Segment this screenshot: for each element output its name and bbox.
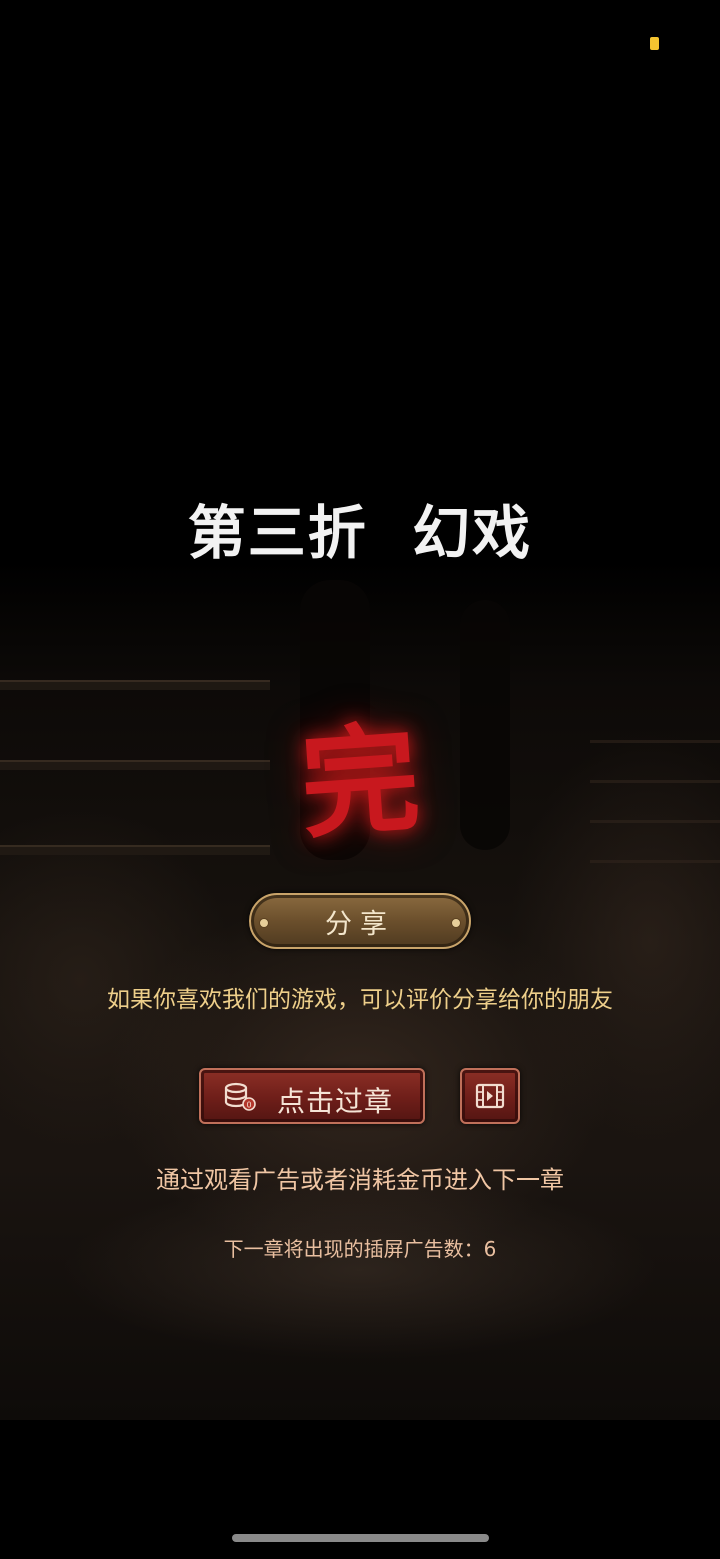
svg-text:0: 0 [246, 1101, 251, 1110]
skip-hint: 通过观看广告或者消耗金币进入下一章 [156, 1166, 564, 1194]
ad-count-text: 下一章将出现的插屏广告数：6 [223, 1237, 497, 1261]
share-button[interactable]: 分享 [249, 893, 471, 949]
video-film-icon [475, 1083, 505, 1109]
chapter-title: 第三折 幻戏 [187, 499, 533, 567]
skip-chapter-label: 点击过章 [277, 1085, 394, 1118]
scene-plank [590, 820, 720, 823]
scene-floor [60, 1180, 660, 1360]
share-hint: 如果你喜欢我们的游戏，可以评价分享给你的朋友 [107, 987, 613, 1013]
watch-ad-button[interactable] [460, 1068, 520, 1124]
share-button-label: 分享 [325, 908, 395, 940]
status-indicator [650, 37, 659, 50]
scene-plank [590, 740, 720, 743]
coin-stack-icon: 0 [224, 1082, 256, 1111]
button-ornament [259, 918, 269, 928]
skip-chapter-button[interactable]: 0 点击过章 [199, 1068, 425, 1124]
scene-plank [590, 860, 720, 863]
chapter-complete-screen: 第三折 幻戏 完 分享 如果你喜欢我们的游戏，可以评价分享给你的朋友 0 点击过… [0, 0, 720, 1559]
finish-mark: 完 [296, 708, 424, 855]
scene-plank [590, 780, 720, 783]
home-indicator[interactable] [232, 1534, 489, 1542]
scene-shelf [0, 760, 270, 770]
button-ornament [451, 918, 461, 928]
scene-shadow [460, 600, 510, 850]
scene-shelf [0, 845, 270, 855]
scene-shelf [0, 680, 270, 690]
